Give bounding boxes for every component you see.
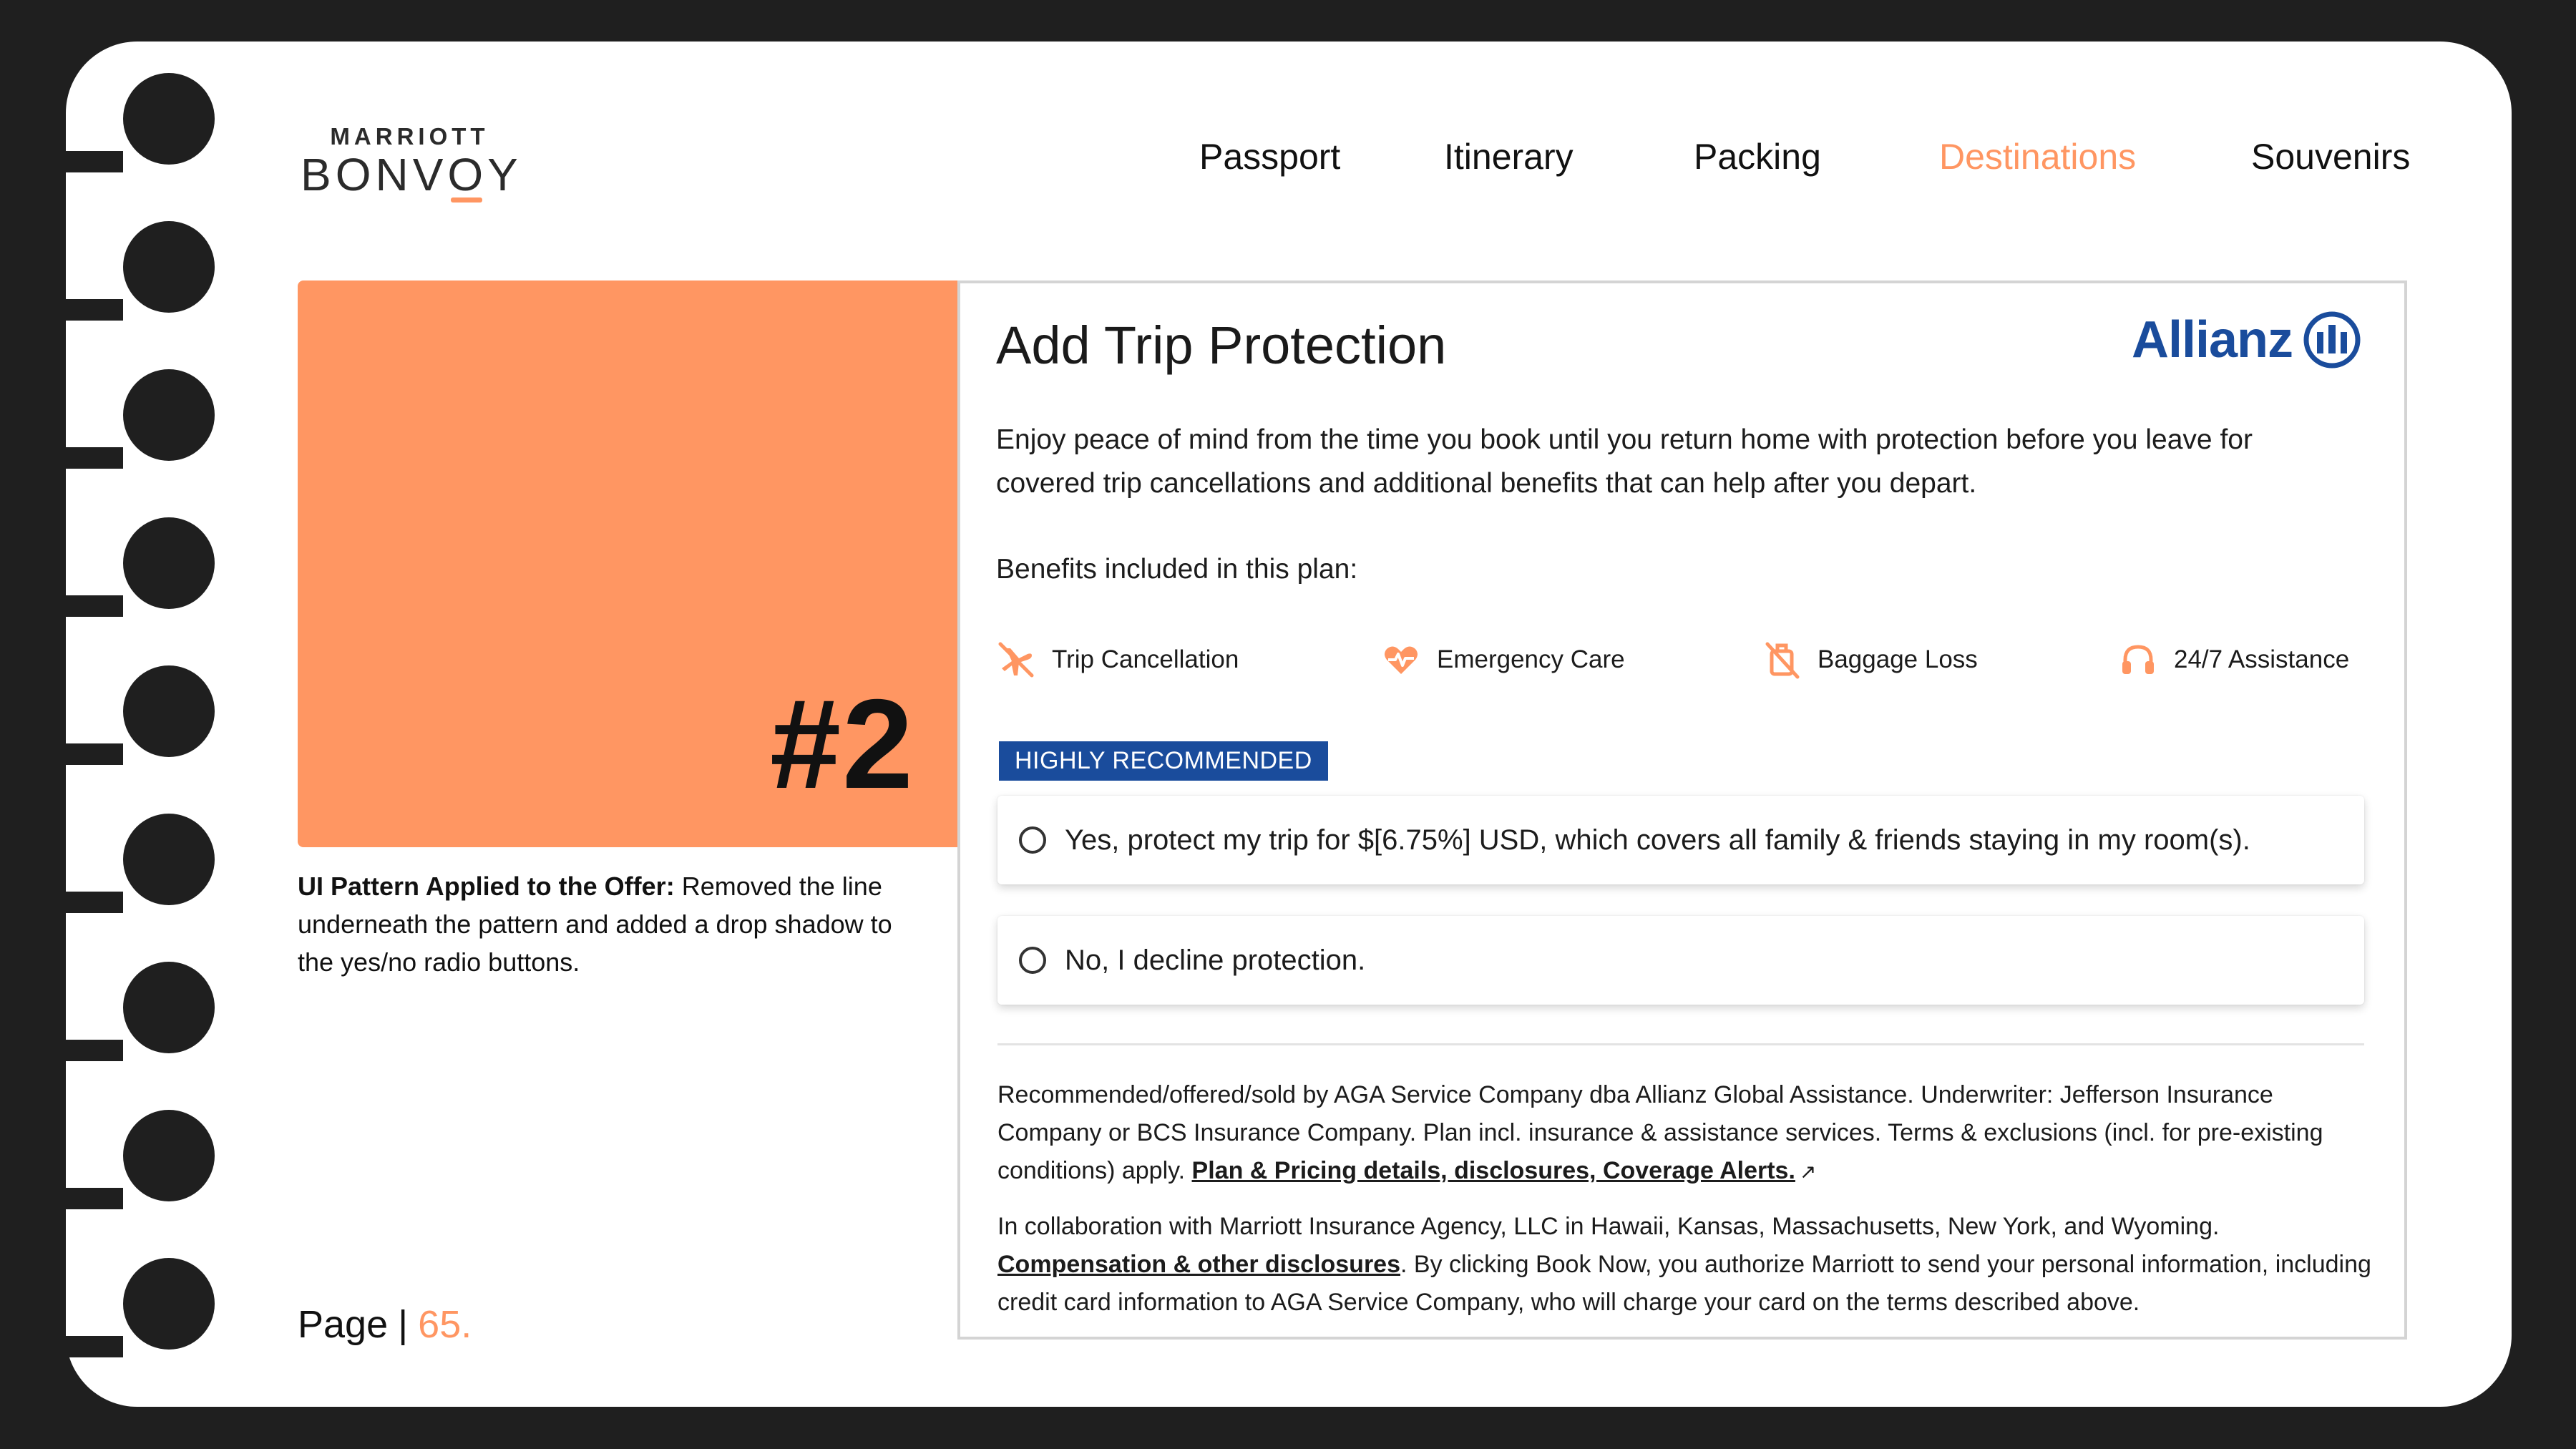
logo-line1: MARRIOTT bbox=[330, 123, 489, 150]
ring-bar bbox=[66, 743, 123, 765]
disclosure-2-text-before: In collaboration with Marriott Insurance… bbox=[997, 1213, 2220, 1240]
benefit-label: 24/7 Assistance bbox=[2174, 645, 2350, 673]
ring-hole bbox=[123, 962, 215, 1053]
headset-icon bbox=[2122, 645, 2154, 674]
ring-hole bbox=[123, 517, 215, 609]
page-number: 65. bbox=[418, 1303, 472, 1346]
ring-bar bbox=[66, 892, 123, 913]
option-no[interactable]: No, I decline protection. bbox=[997, 916, 2364, 1005]
ring-hole bbox=[123, 369, 215, 461]
compensation-link[interactable]: Compensation & other disclosures bbox=[997, 1251, 1400, 1278]
benefit-label: Baggage Loss bbox=[1818, 645, 1978, 673]
benefit-label: Emergency Care bbox=[1437, 645, 1625, 673]
benefit-label: Trip Cancellation bbox=[1052, 645, 1239, 673]
ring-hole bbox=[123, 73, 215, 165]
plane-cancel-icon bbox=[998, 642, 1034, 678]
divider bbox=[997, 1043, 2364, 1045]
radio-yes[interactable] bbox=[1019, 826, 1046, 854]
nav-passport[interactable]: Passport bbox=[1199, 136, 1340, 177]
page-separator: | bbox=[398, 1303, 409, 1346]
option-yes[interactable]: Yes, protect my trip for $[6.75%] USD, w… bbox=[997, 796, 2364, 884]
recommended-badge: HIGHLY RECOMMENDED bbox=[999, 741, 1328, 781]
ring-bar bbox=[66, 1040, 123, 1061]
pattern-note-heading: UI Pattern Applied to the Offer: bbox=[298, 872, 675, 901]
benefit-baggage-loss: Baggage Loss bbox=[1762, 640, 1978, 680]
allianz-wordmark: Allianz bbox=[2131, 311, 2293, 369]
nav-itinerary[interactable]: Itinerary bbox=[1444, 136, 1574, 177]
offer-intro: Enjoy peace of mind from the time you bo… bbox=[996, 424, 2253, 499]
trip-protection-card: Add Trip Protection Allianz Enjoy peace … bbox=[957, 280, 2407, 1340]
ring-bar bbox=[66, 151, 123, 172]
disclosure-2: In collaboration with Marriott Insurance… bbox=[997, 1208, 2371, 1322]
pattern-number: #2 bbox=[770, 673, 914, 815]
option-yes-label: Yes, protect my trip for $[6.75%] USD, w… bbox=[1065, 824, 2250, 856]
marriott-bonvoy-logo[interactable]: MARRIOTT BONVOY bbox=[301, 123, 522, 203]
ring-bar bbox=[66, 447, 123, 469]
offer-title: Add Trip Protection bbox=[996, 316, 1447, 375]
ring-hole bbox=[123, 1110, 215, 1201]
ring-hole bbox=[123, 1258, 215, 1350]
benefit-trip-cancellation: Trip Cancellation bbox=[996, 640, 1239, 680]
ring-bar bbox=[66, 299, 123, 321]
ring-bar bbox=[66, 1336, 123, 1357]
option-no-label: No, I decline protection. bbox=[1065, 944, 1366, 976]
radio-no[interactable] bbox=[1019, 947, 1046, 974]
benefit-emergency-care: Emergency Care bbox=[1381, 640, 1625, 680]
ring-hole bbox=[123, 665, 215, 757]
logo-line2: BONVOY bbox=[301, 149, 522, 203]
plan-pricing-link[interactable]: Plan & Pricing details, disclosures, Cov… bbox=[1192, 1157, 1795, 1184]
benefit-assistance: 24/7 Assistance bbox=[2118, 640, 2349, 680]
nav-souvenirs[interactable]: Souvenirs bbox=[2251, 136, 2410, 177]
luggage-off-icon bbox=[1765, 642, 1800, 679]
ring-bar bbox=[66, 1188, 123, 1209]
logo-accent-bar bbox=[451, 197, 482, 203]
disclosure-1: Recommended/offered/sold by AGA Service … bbox=[997, 1076, 2371, 1191]
ring-bar bbox=[66, 595, 123, 617]
pattern-note: UI Pattern Applied to the Offer: Removed… bbox=[298, 867, 927, 981]
pattern-card: #2 bbox=[298, 280, 957, 847]
page-label: Page bbox=[298, 1303, 389, 1346]
external-link-icon: ↗ bbox=[1799, 1161, 1817, 1183]
benefits-title: Benefits included in this plan: bbox=[996, 554, 1358, 585]
page-indicator: Page | 65. bbox=[298, 1302, 472, 1347]
nav-packing[interactable]: Packing bbox=[1694, 136, 1821, 177]
ring-hole bbox=[123, 221, 215, 313]
heart-pulse-icon bbox=[1385, 646, 1418, 674]
ring-hole bbox=[123, 814, 215, 905]
allianz-emblem-icon bbox=[2303, 311, 2361, 369]
logo-wordmark: BONVOY bbox=[301, 149, 522, 200]
nav-destinations[interactable]: Destinations bbox=[1939, 136, 2136, 177]
allianz-logo: Allianz bbox=[2132, 311, 2361, 369]
